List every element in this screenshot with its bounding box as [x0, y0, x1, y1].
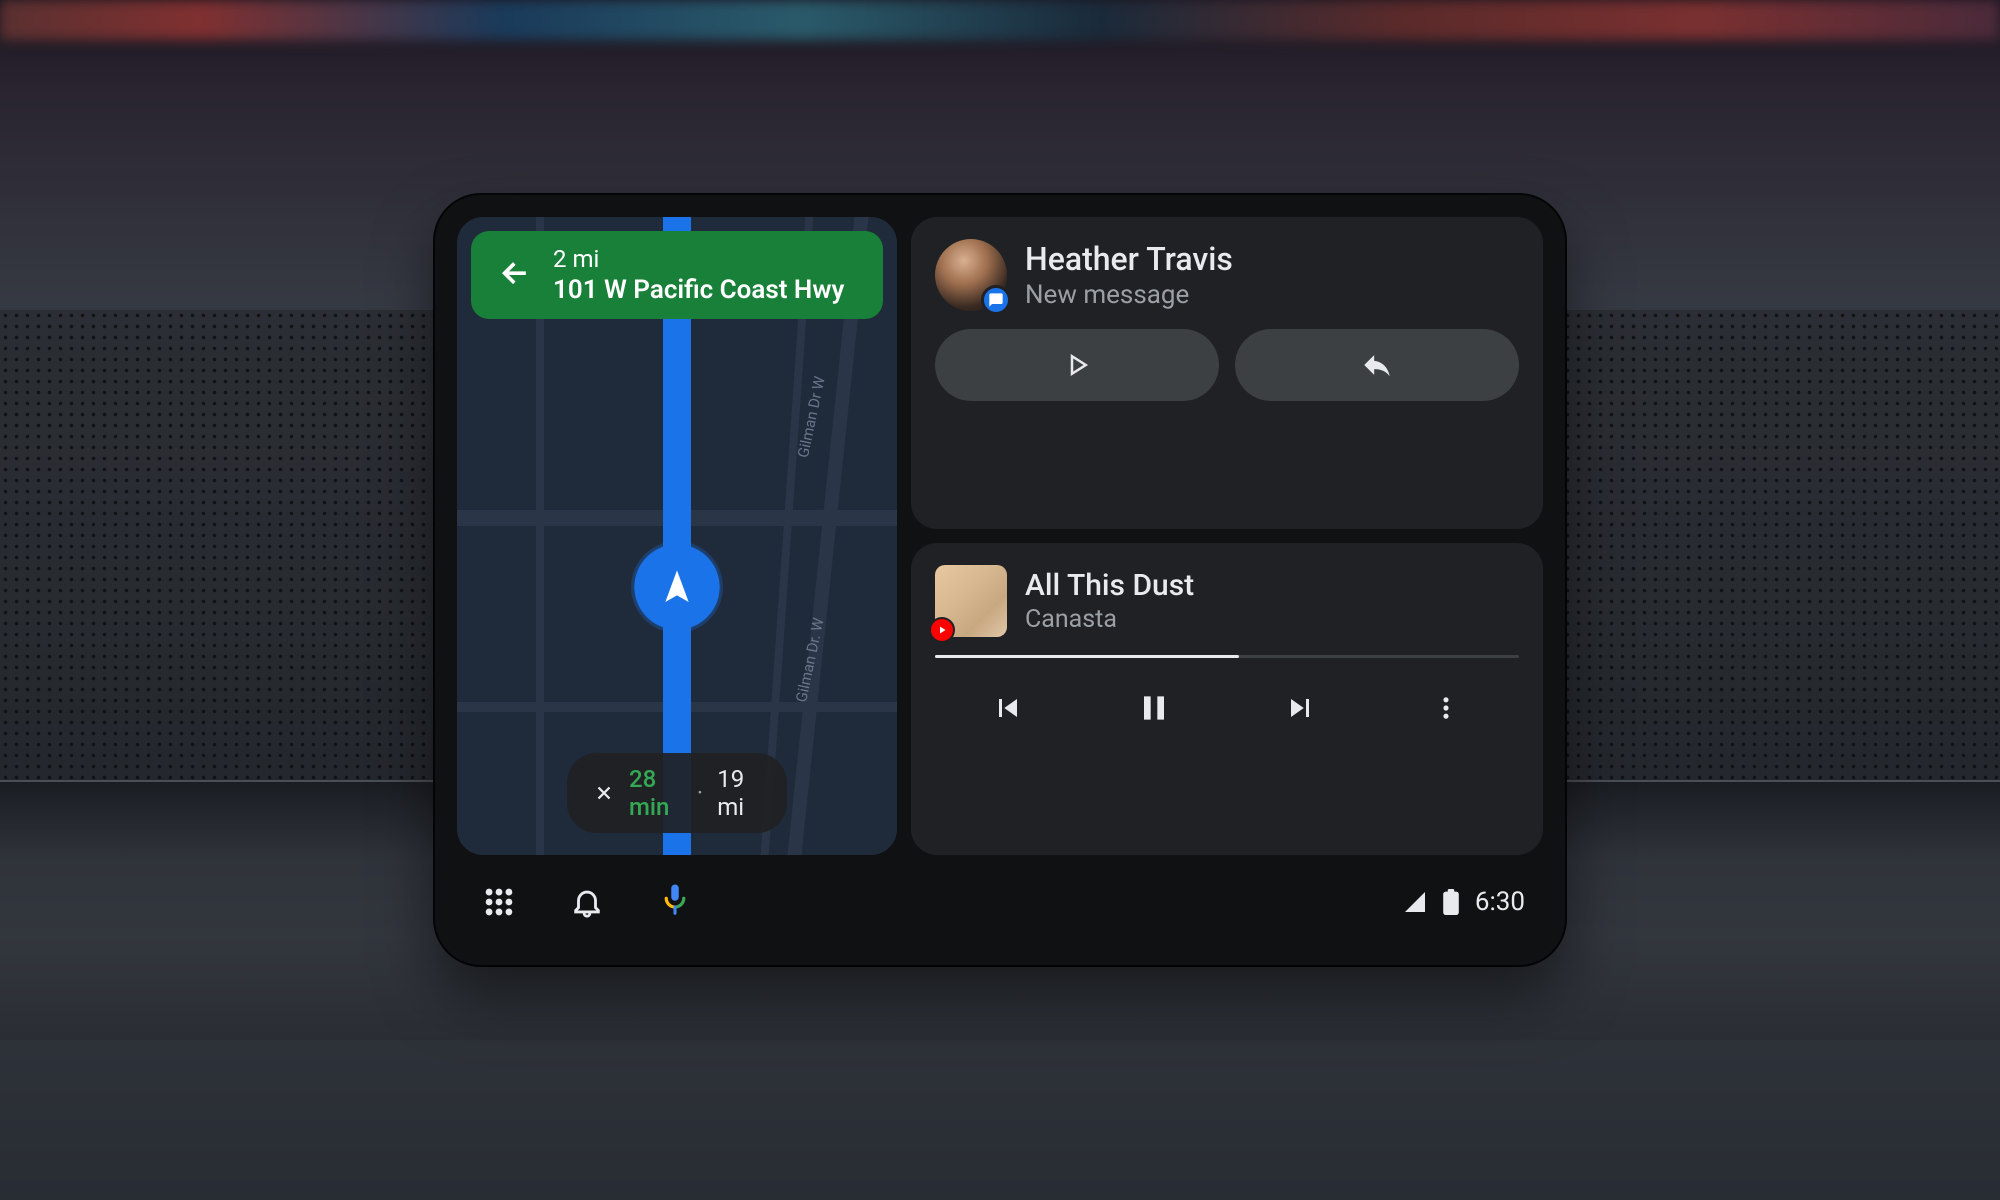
notification-header: Heather Travis New message [935, 239, 1519, 311]
media-controls [935, 678, 1519, 738]
progress-fill [935, 655, 1239, 658]
street-label: Gilman Dr. W [792, 616, 827, 704]
maneuver-road: 101 W Pacific Coast Hwy [553, 275, 844, 305]
reply-icon [1360, 348, 1394, 382]
navigation-arrow-icon [657, 567, 697, 607]
media-card[interactable]: All This Dust Canasta [911, 543, 1543, 855]
media-header: All This Dust Canasta [935, 565, 1519, 637]
assistant-button[interactable] [651, 878, 699, 926]
sender-avatar [935, 239, 1007, 311]
playback-progress[interactable] [935, 655, 1519, 658]
track-artist: Canasta [1025, 605, 1194, 634]
track-title: All This Dust [1025, 568, 1194, 603]
turn-left-icon [491, 253, 535, 297]
messages-app-badge [981, 285, 1011, 315]
app-launcher-button[interactable] [475, 878, 523, 926]
battery-icon [1443, 889, 1459, 915]
apps-grid-icon [482, 885, 516, 919]
ambient-light [0, 0, 2000, 40]
current-location-puck [631, 541, 723, 633]
infotainment-display: Heather Travis New message [435, 195, 1565, 965]
close-eta-button[interactable] [593, 782, 615, 804]
maneuver-distance: 2 mi [553, 245, 844, 273]
play-filled-icon [936, 624, 948, 636]
direction-text: 2 mi 101 W Pacific Coast Hwy [553, 245, 844, 305]
system-bar: 6:30 [457, 855, 1543, 949]
sender-name: Heather Travis [1025, 240, 1233, 278]
eta-distance: 19 mi [717, 765, 761, 821]
clock: 6:30 [1475, 887, 1525, 917]
notification-subtitle: New message [1025, 280, 1233, 310]
notification-card[interactable]: Heather Travis New message [911, 217, 1543, 529]
notification-text: Heather Travis New message [1025, 240, 1233, 310]
assistant-mic-icon [660, 883, 690, 921]
play-message-button[interactable] [935, 329, 1219, 401]
content-grid: Heather Travis New message [457, 217, 1543, 855]
system-bar-left [475, 878, 699, 926]
media-source-badge [929, 617, 955, 643]
pause-button[interactable] [1124, 678, 1184, 738]
more-vert-icon [1432, 694, 1460, 722]
track-info: All This Dust Canasta [1025, 568, 1194, 634]
bell-icon [570, 885, 604, 919]
album-art [935, 565, 1007, 637]
eta-duration: 28 min [629, 765, 683, 821]
notifications-button[interactable] [563, 878, 611, 926]
pause-icon [1134, 688, 1174, 728]
eta-separator: · [697, 779, 703, 807]
close-icon [593, 782, 615, 804]
skip-previous-icon [990, 690, 1026, 726]
cell-signal-icon [1403, 890, 1427, 914]
messages-icon [988, 292, 1004, 308]
previous-track-button[interactable] [978, 678, 1038, 738]
reply-button[interactable] [1235, 329, 1519, 401]
skip-next-icon [1282, 690, 1318, 726]
more-options-button[interactable] [1416, 678, 1476, 738]
navigation-card[interactable]: Gilman Dr W Gilman Dr. W 2 mi 101 W Paci… [457, 217, 897, 855]
notification-actions [935, 329, 1519, 401]
next-track-button[interactable] [1270, 678, 1330, 738]
direction-banner[interactable]: 2 mi 101 W Pacific Coast Hwy [471, 231, 883, 319]
eta-pill[interactable]: 28 min · 19 mi [567, 753, 787, 833]
system-bar-right: 6:30 [1403, 887, 1525, 917]
play-outline-icon [1062, 350, 1092, 380]
